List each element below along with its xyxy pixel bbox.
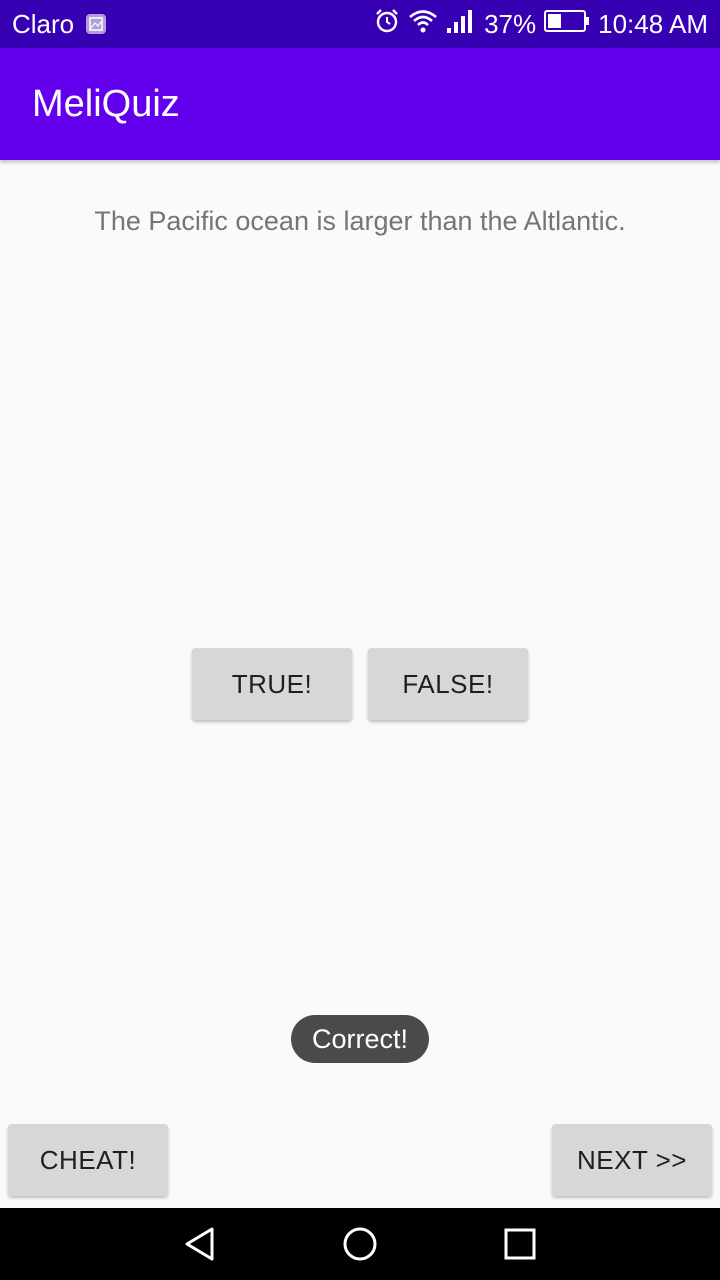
app-bar: MeliQuiz: [0, 48, 720, 160]
home-icon[interactable]: [342, 1226, 378, 1262]
image-icon: [86, 14, 107, 34]
next-button[interactable]: NEXT >>: [552, 1124, 712, 1196]
signal-icon: [446, 8, 476, 41]
true-button[interactable]: TRUE!: [192, 648, 352, 720]
battery-icon: [544, 9, 590, 40]
battery-percent: 37%: [484, 8, 537, 39]
carrier-label: Claro: [12, 8, 75, 39]
status-bar: Claro 37% 10:48 AM: [0, 0, 720, 48]
cheat-button[interactable]: CHEAT!: [8, 1124, 168, 1196]
clock-time: 10:48 AM: [598, 8, 708, 39]
wifi-icon: [408, 8, 438, 41]
false-button[interactable]: FALSE!: [368, 648, 528, 720]
app-title: MeliQuiz: [32, 82, 180, 125]
recents-icon[interactable]: [502, 1226, 538, 1262]
question-text: The Pacific ocean is larger than the Alt…: [94, 206, 626, 236]
back-icon[interactable]: [182, 1226, 218, 1262]
alarm-icon: [374, 8, 400, 41]
correct-toast: Correct!: [291, 1015, 429, 1063]
navigation-bar: [0, 1208, 720, 1280]
